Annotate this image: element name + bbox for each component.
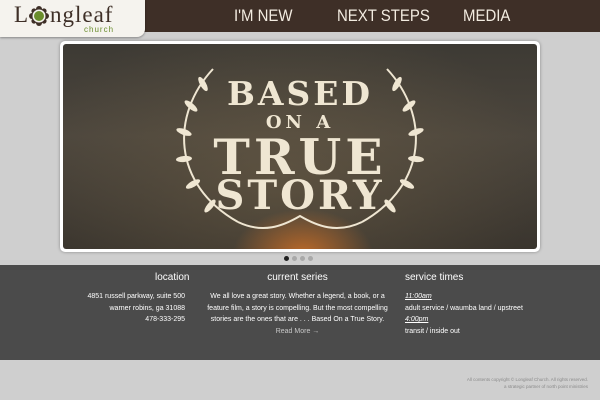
logo-letter-l: L: [14, 2, 29, 27]
nav-next-steps[interactable]: NEXT STEPS: [337, 0, 430, 32]
slide-title-line-4: STORY: [215, 172, 385, 219]
hero-slide[interactable]: BASED ON A TRUE STORY: [63, 44, 537, 249]
service-times-heading: service times: [405, 272, 464, 283]
slider-dot-1[interactable]: [284, 256, 289, 261]
location-address: 4851 russell parkway, suite 500 warner r…: [60, 291, 185, 326]
logo-subtitle: church: [84, 25, 115, 34]
location-heading: location: [155, 272, 190, 283]
service-desc-2: transit / inside out: [405, 327, 460, 335]
series-text: We all love a great story. Whether a leg…: [207, 293, 388, 323]
phone-number: 478-333-295: [145, 316, 185, 323]
partner-text: a strategic partner of north point minis…: [503, 384, 588, 389]
read-more-link[interactable]: Read More →: [276, 328, 320, 335]
address-line-2: warner robins, ga 31088: [109, 304, 186, 312]
current-series-description: We all love a great story. Whether a leg…: [205, 291, 390, 337]
service-times-list: 11:00am adult service / waumba land / up…: [405, 291, 575, 337]
info-band: location 4851 russell parkway, suite 500…: [0, 265, 600, 360]
slider-dot-2[interactable]: [292, 256, 297, 261]
service-desc-1: adult service / waumba land / upstreet: [405, 304, 523, 312]
slider-dot-3[interactable]: [300, 256, 305, 261]
hero-slider[interactable]: BASED ON A TRUE STORY: [60, 41, 540, 252]
service-time-2[interactable]: 4:00pm: [405, 314, 575, 326]
logo[interactable]: L ngleaf church: [0, 0, 145, 37]
leaf-flower-icon: [29, 6, 49, 26]
copyright-text: All contents copyright © Longleaf Church…: [466, 377, 588, 382]
current-series-heading: current series: [267, 272, 328, 283]
slider-dot-4[interactable]: [308, 256, 313, 261]
nav-media[interactable]: MEDIA: [463, 0, 510, 32]
nav-im-new[interactable]: I'M NEW: [234, 0, 293, 32]
address-line-1: 4851 russell parkway, suite 500: [87, 293, 185, 300]
service-time-1[interactable]: 11:00am: [405, 291, 575, 303]
slide-title-line-1: BASED: [226, 74, 374, 113]
